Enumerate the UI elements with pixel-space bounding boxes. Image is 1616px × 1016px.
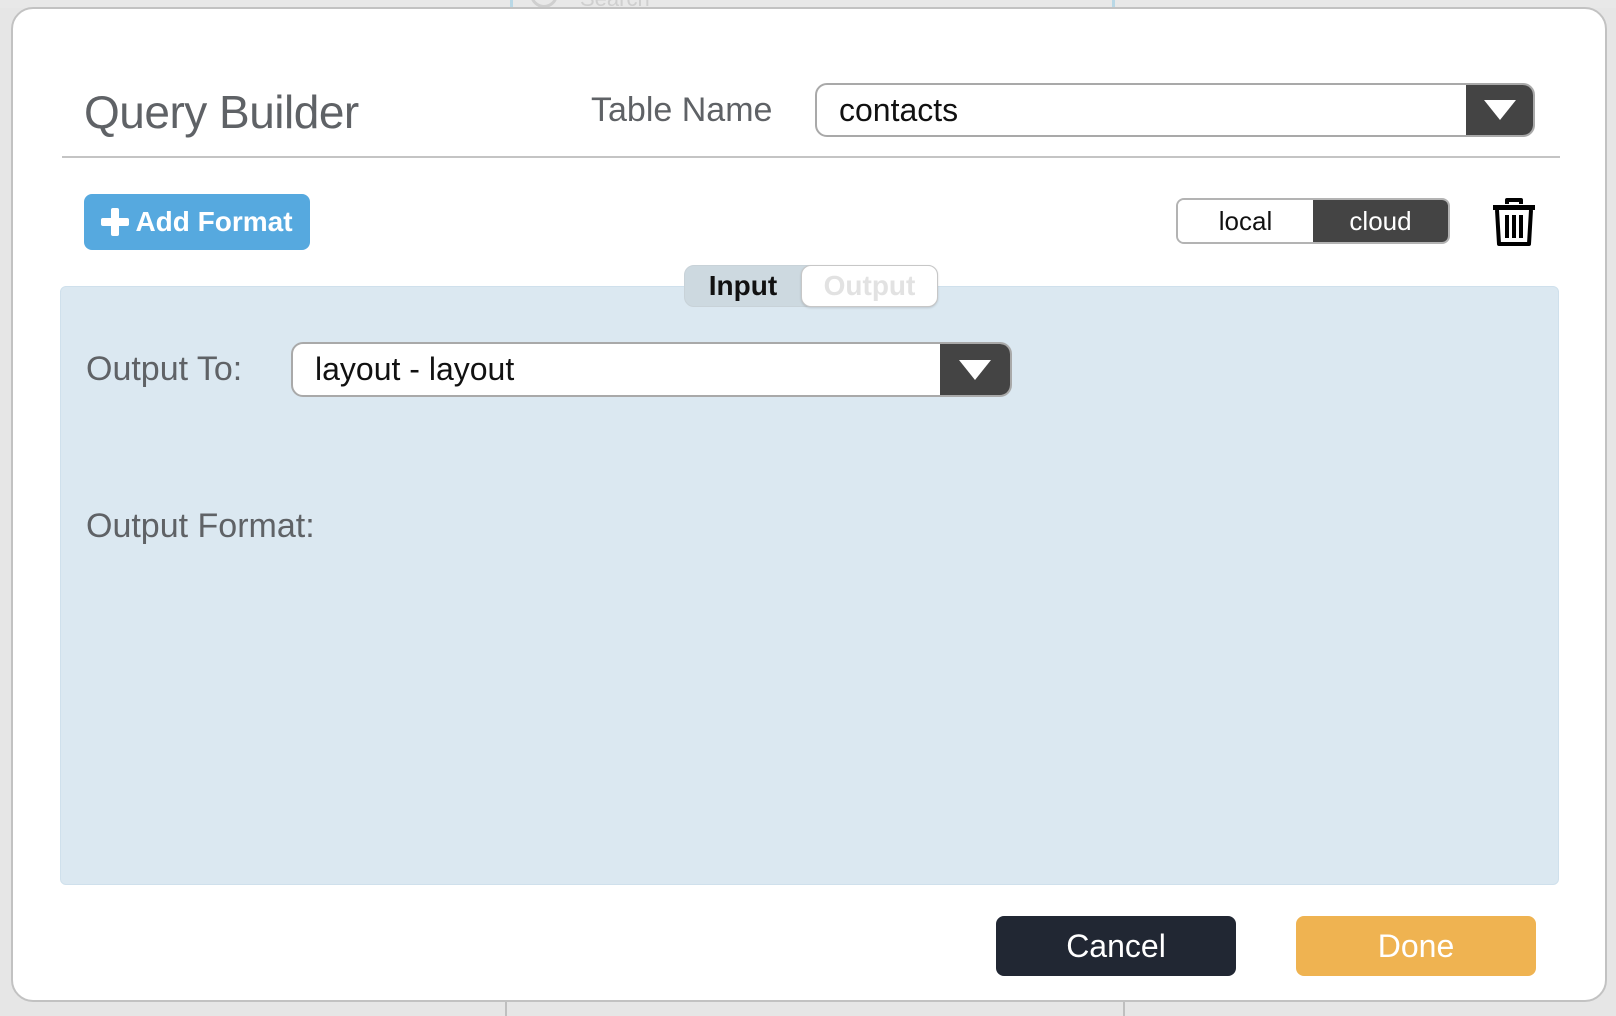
chevron-down-icon <box>1483 100 1516 120</box>
output-to-value: layout - layout <box>315 351 515 387</box>
background-divider <box>505 1002 507 1016</box>
dialog-title: Query Builder <box>84 86 359 138</box>
output-to-dropdown-button[interactable] <box>940 344 1010 395</box>
background-divider <box>1123 1002 1125 1016</box>
table-name-dropdown-button[interactable] <box>1466 85 1533 135</box>
table-name-select[interactable]: contacts <box>815 83 1535 137</box>
storage-toggle[interactable]: local cloud <box>1176 198 1450 244</box>
add-format-label: Add Format <box>135 206 293 237</box>
tab-input[interactable]: Input <box>685 266 801 306</box>
cancel-button[interactable]: Cancel <box>996 916 1236 976</box>
delete-button[interactable] <box>1492 198 1536 246</box>
storage-option-cloud[interactable]: cloud <box>1313 200 1448 242</box>
output-to-label: Output To: <box>86 350 243 388</box>
storage-option-local[interactable]: local <box>1178 200 1313 242</box>
chevron-down-icon <box>959 359 991 380</box>
plus-icon <box>101 208 130 236</box>
header-divider <box>62 156 1560 158</box>
output-format-label: Output Format: <box>86 507 315 545</box>
input-output-tabs[interactable]: Input Output <box>684 265 938 307</box>
add-format-button[interactable]: Add Format <box>84 194 310 250</box>
tab-output[interactable]: Output <box>801 265 938 307</box>
done-button[interactable]: Done <box>1296 916 1536 976</box>
table-name-label: Table Name <box>591 91 773 129</box>
table-name-value: contacts <box>839 91 959 128</box>
trash-icon <box>1493 198 1535 246</box>
output-to-select[interactable]: layout - layout <box>291 342 1012 397</box>
